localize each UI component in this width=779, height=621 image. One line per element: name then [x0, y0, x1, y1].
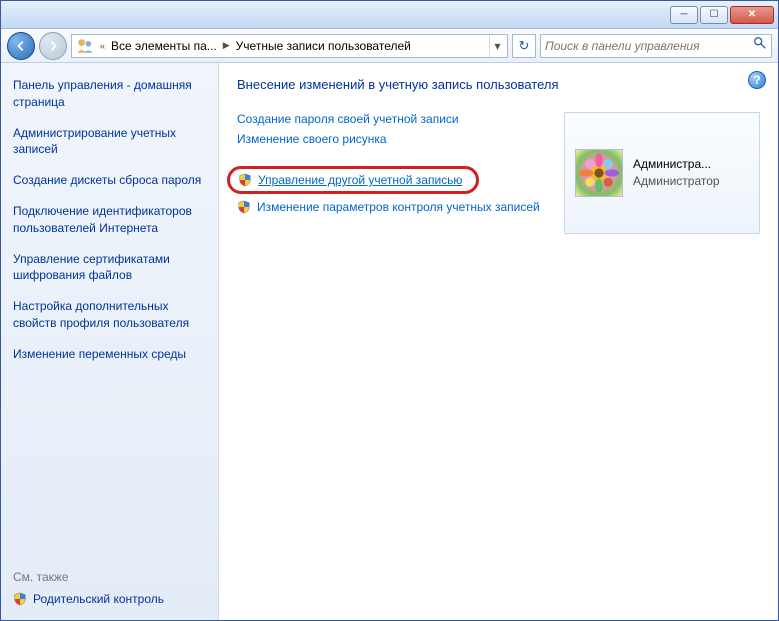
- navbar: « Все элементы па... ▶ Учетные записи по…: [1, 29, 778, 63]
- sidebar-task-reset-disk[interactable]: Создание дискеты сброса пароля: [13, 172, 206, 189]
- refresh-icon: ↻: [519, 38, 530, 54]
- window-body: Панель управления - домашняя страница Ад…: [1, 63, 778, 620]
- arrow-right-icon: [46, 39, 60, 53]
- user-card[interactable]: Администра... Администратор: [564, 112, 760, 234]
- search-icon[interactable]: [753, 36, 767, 55]
- seealso-item-label: Родительский контроль: [33, 592, 164, 606]
- seealso-label: См. также: [13, 570, 206, 584]
- sidebar-task-online-ids[interactable]: Подключение идентификаторов пользователе…: [13, 203, 206, 237]
- maximize-button[interactable]: ☐: [700, 6, 728, 24]
- forward-button[interactable]: [39, 32, 67, 60]
- breadcrumb-chevron-icon[interactable]: ▶: [219, 40, 234, 51]
- breadcrumb-item-all[interactable]: Все элементы па...: [109, 39, 219, 53]
- user-name: Администра...: [633, 156, 720, 173]
- breadcrumb-sep: «: [96, 41, 109, 51]
- breadcrumb-item-accounts[interactable]: Учетные записи пользователей: [234, 39, 413, 53]
- breadcrumb[interactable]: « Все элементы па... ▶ Учетные записи по…: [71, 34, 508, 58]
- sidebar-task-profile-props[interactable]: Настройка дополнительных свойств профиля…: [13, 298, 206, 332]
- sidebar: Панель управления - домашняя страница Ад…: [1, 63, 219, 620]
- avatar: [575, 149, 623, 197]
- close-button[interactable]: ✕: [730, 6, 774, 24]
- search-input[interactable]: [545, 39, 753, 53]
- breadcrumb-dropdown[interactable]: ▾: [489, 35, 505, 57]
- help-button[interactable]: ?: [748, 71, 766, 89]
- help-icon: ?: [753, 73, 760, 87]
- action-links: Создание пароля своей учетной записи Изм…: [237, 112, 544, 234]
- shield-icon: [13, 592, 27, 606]
- link-create-password[interactable]: Создание пароля своей учетной записи: [237, 112, 544, 126]
- highlight-annotation: Управление другой учетной записью: [227, 166, 479, 194]
- sidebar-home-link[interactable]: Панель управления - домашняя страница: [13, 77, 206, 111]
- sidebar-task-certificates[interactable]: Управление сертификатами шифрования файл…: [13, 251, 206, 285]
- back-button[interactable]: [7, 32, 35, 60]
- main-content: ? Внесение изменений в учетную запись по…: [219, 63, 778, 620]
- search-box[interactable]: [540, 34, 772, 58]
- user-accounts-icon: [76, 37, 94, 55]
- page-title: Внесение изменений в учетную запись поль…: [237, 77, 760, 92]
- link-change-picture[interactable]: Изменение своего рисунка: [237, 132, 544, 146]
- link-change-uac[interactable]: Изменение параметров контроля учетных за…: [237, 200, 544, 214]
- refresh-button[interactable]: ↻: [512, 34, 536, 58]
- shield-icon: [238, 173, 252, 187]
- sidebar-task-admin-accounts[interactable]: Администрирование учетных записей: [13, 125, 206, 159]
- user-info: Администра... Администратор: [633, 156, 720, 190]
- titlebar: ─ ☐ ✕: [1, 1, 778, 29]
- seealso-parental-control[interactable]: Родительский контроль: [13, 592, 206, 606]
- sidebar-tasks: Администрирование учетных записей Создан…: [13, 125, 206, 363]
- shield-icon: [237, 200, 251, 214]
- arrow-left-icon: [14, 39, 28, 53]
- minimize-button[interactable]: ─: [670, 6, 698, 24]
- sidebar-task-env-vars[interactable]: Изменение переменных среды: [13, 346, 206, 363]
- control-panel-window: ─ ☐ ✕ « Все элементы па... ▶ Учетные зап…: [0, 0, 779, 621]
- link-manage-other-account[interactable]: Управление другой учетной записью: [238, 173, 462, 187]
- user-role: Администратор: [633, 173, 720, 190]
